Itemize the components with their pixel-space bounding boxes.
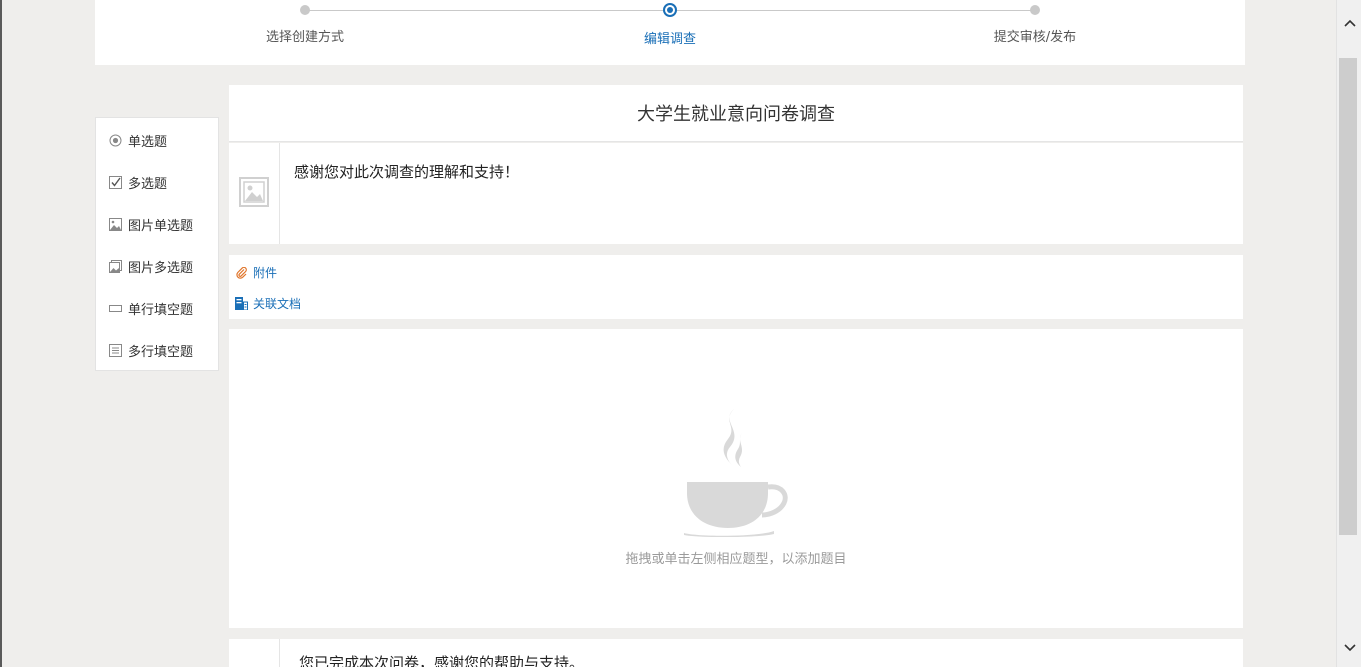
scroll-up-button[interactable] (1337, 10, 1361, 32)
empty-hint-text: 拖拽或单击左侧相应题型，以添加题目 (625, 552, 847, 567)
step-dot-submit-publish[interactable] (1030, 5, 1040, 15)
survey-title[interactable]: 大学生就业意向问卷调查 (229, 85, 1243, 142)
palette-item-single-line-fill[interactable]: 单行填空题 (108, 298, 193, 318)
survey-closing-text[interactable]: 您已完成本次问卷，感谢您的帮助与支持。 (299, 652, 584, 667)
step-label-choose-method[interactable]: 选择创建方式 (266, 26, 344, 45)
window-edge (0, 0, 2, 667)
palette-item-label: 多行填空题 (128, 344, 194, 360)
palette-item-label: 单选题 (128, 134, 168, 150)
question-type-palette: 单选题 多选题 图片单选题 图片多选题 单行填空题 多行填空题 (95, 117, 219, 371)
image-placeholder-icon (239, 176, 269, 211)
scroll-down-button[interactable] (1337, 635, 1361, 657)
palette-item-image-multi-choice[interactable]: 图片多选题 (108, 256, 193, 276)
vertical-scrollbar[interactable] (1336, 0, 1361, 667)
step-connector (305, 10, 670, 11)
checkbox-icon (108, 175, 122, 189)
chevron-down-icon (1343, 637, 1356, 656)
palette-item-label: 图片单选题 (128, 218, 194, 234)
step-dot-choose-method[interactable] (300, 5, 310, 15)
attachments-panel: 附件 关联文档 (229, 255, 1243, 319)
related-docs-link[interactable]: 关联文档 (235, 295, 301, 312)
scrollbar-thumb[interactable] (1339, 58, 1357, 535)
palette-item-image-single-choice[interactable]: 图片单选题 (108, 214, 193, 234)
step-connector (670, 10, 1035, 11)
chevron-up-icon (1343, 12, 1356, 31)
single-line-icon (108, 301, 122, 315)
radio-icon (108, 133, 122, 147)
step-label-submit-publish[interactable]: 提交审核/发布 (994, 26, 1076, 45)
palette-item-label: 多选题 (128, 176, 168, 192)
progress-steps: 选择创建方式 编辑调查 提交审核/发布 (95, 0, 1245, 65)
palette-item-label: 图片多选题 (128, 260, 194, 276)
palette-item-single-choice[interactable]: 单选题 (108, 130, 167, 150)
step-dot-edit-survey[interactable] (663, 3, 677, 17)
closing-image-placeholder[interactable] (229, 639, 280, 667)
related-docs-label: 关联文档 (253, 297, 302, 311)
attachment-link[interactable]: 附件 (235, 264, 277, 281)
palette-item-label: 单行填空题 (128, 302, 194, 318)
survey-intro-panel: 感谢您对此次调查的理解和支持！ (229, 143, 1243, 244)
coffee-cup-icon (684, 407, 788, 541)
image-icon (108, 217, 122, 231)
survey-closing-panel: 您已完成本次问卷，感谢您的帮助与支持。 (229, 639, 1243, 667)
palette-item-multi-choice[interactable]: 多选题 (108, 172, 167, 192)
question-drop-zone[interactable]: 拖拽或单击左侧相应题型，以添加题目 (229, 329, 1243, 628)
paperclip-icon (235, 266, 248, 279)
palette-item-multi-line-fill[interactable]: 多行填空题 (108, 340, 193, 360)
attachment-label: 附件 (253, 266, 278, 280)
intro-image-placeholder[interactable] (229, 143, 280, 244)
survey-intro-text[interactable]: 感谢您对此次调查的理解和支持！ (294, 161, 519, 182)
document-icon (235, 297, 248, 310)
step-label-edit-survey[interactable]: 编辑调查 (644, 28, 696, 47)
multi-line-icon (108, 343, 122, 357)
multi-image-icon (108, 259, 122, 273)
